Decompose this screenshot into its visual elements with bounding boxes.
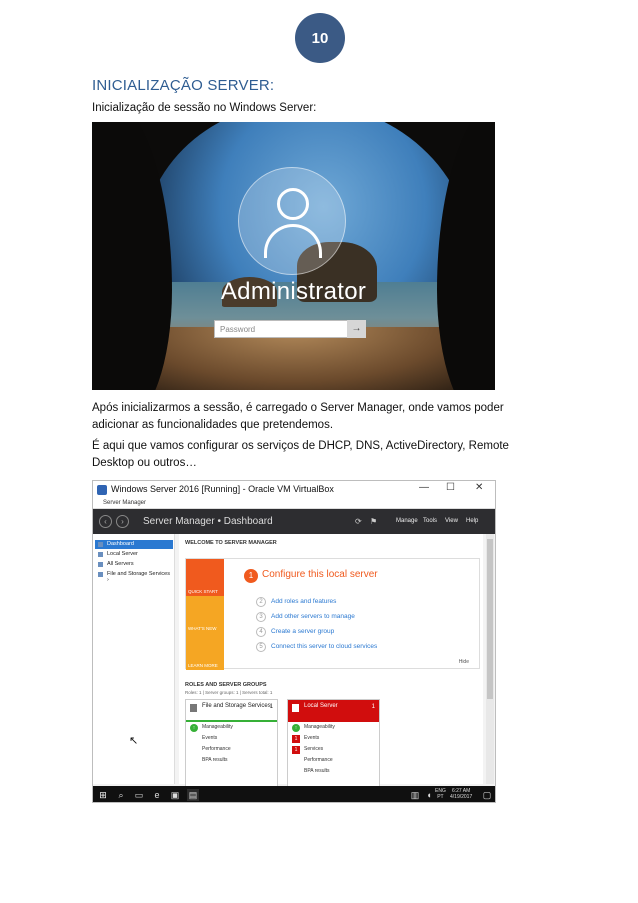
server-manager-strip: Server Manager	[93, 499, 495, 509]
storage-icon	[98, 572, 103, 577]
minimize-icon[interactable]: —	[419, 482, 429, 493]
file-explorer-icon[interactable]: ▣	[169, 789, 181, 801]
tile-local-server[interactable]: Local Server 1 ↑ Manageability 1 Events 1S…	[287, 699, 380, 789]
back-icon[interactable]: ‹	[99, 515, 112, 528]
step-number: 1	[244, 569, 258, 583]
tile-row[interactable]: Performance	[288, 755, 379, 766]
create-server-group-link[interactable]: 4 Create a server group	[256, 627, 334, 637]
connect-cloud-link[interactable]: 5 Connect this server to cloud services	[256, 642, 377, 652]
tile-file-storage[interactable]: File and Storage Services 1 ↑ Manageabili…	[185, 699, 278, 789]
dashboard-main: WELCOME TO SERVER MANAGER QUICK START WH…	[179, 534, 483, 789]
sidebar-item-all-servers[interactable]: All Servers	[95, 560, 173, 569]
scrollbar-thumb[interactable]	[487, 539, 493, 699]
section-title: INICIALIZAÇÃO SERVER:	[92, 77, 275, 94]
close-icon[interactable]: ✕	[475, 482, 483, 493]
tile-row[interactable]: BPA results	[288, 766, 379, 777]
server-manager-header: ‹ › Server Manager • Dashboard ⟳ ⚑ Manag…	[93, 509, 495, 534]
quick-start-panel: QUICK START WHAT'S NEW LEARN MORE 1 Conf…	[185, 558, 480, 670]
task-view-icon[interactable]: ▭	[133, 789, 145, 801]
tile-row[interactable]: ↑ Manageability	[288, 722, 379, 733]
breadcrumb: Server Manager • Dashboard	[143, 516, 273, 527]
tile-header: File and Storage Services 1	[186, 700, 277, 722]
server-icon	[98, 552, 103, 557]
alert-icon: 1	[292, 745, 300, 754]
refresh-icon[interactable]: ⟳	[355, 517, 362, 526]
check-icon: ↑	[190, 723, 198, 732]
dashboard-icon	[98, 542, 103, 547]
language-indicator[interactable]: ENG PT	[435, 788, 446, 800]
virtualbox-screenshot: Windows Server 2016 [Running] - Oracle V…	[92, 480, 496, 803]
edge-browser-icon[interactable]: e	[151, 789, 163, 801]
mouse-cursor-icon: ↖	[129, 735, 139, 747]
tile-count: 1	[371, 704, 375, 710]
alert-icon: 1	[292, 734, 300, 743]
menu-help[interactable]: Help	[466, 518, 478, 524]
menu-manage[interactable]: Manage	[396, 518, 418, 524]
storage-icon	[190, 704, 197, 712]
menu-view[interactable]: View	[445, 518, 458, 524]
server-manager-taskbar-icon[interactable]: ▤	[187, 789, 199, 801]
user-avatar-icon	[238, 167, 346, 275]
login-user-name: Administrator	[220, 278, 367, 305]
forward-icon[interactable]: ›	[116, 515, 129, 528]
page-number-badge: 10	[295, 13, 345, 63]
server-icon	[292, 704, 299, 712]
volume-icon[interactable]: ◖	[423, 789, 435, 801]
windows-taskbar: ⊞ ⌕ ▭ e ▣ ▤ ▥ ◖ ENG PT 6:27 AM 4/19/2017 ▢	[93, 786, 495, 802]
tile-row[interactable]: Performance	[186, 744, 277, 755]
tile-row[interactable]: 1 Events	[288, 733, 379, 744]
tile-header: Local Server 1	[288, 700, 379, 722]
paragraph-services: É aqui que vamos configurar os serviços …	[92, 440, 509, 469]
sidebar-item-local-server[interactable]: Local Server	[95, 550, 173, 559]
tile-row[interactable]: Events	[186, 733, 277, 744]
clock[interactable]: 6:27 AM 4/19/2017	[450, 788, 472, 800]
tile-count: 1	[269, 704, 273, 710]
add-servers-link[interactable]: 3 Add other servers to manage	[256, 612, 355, 622]
add-roles-link[interactable]: 2 Add roles and features	[256, 597, 336, 607]
vbox-window-title: Windows Server 2016 [Running] - Oracle V…	[111, 484, 334, 494]
check-icon: ↑	[292, 723, 300, 732]
password-input[interactable]: Password	[214, 320, 366, 338]
quick-start-tab[interactable]: QUICK START	[186, 559, 224, 596]
virtualbox-icon	[97, 485, 107, 495]
servers-icon	[98, 562, 103, 567]
windows-start-icon[interactable]: ⊞	[97, 789, 109, 801]
sidebar-item-dashboard[interactable]: Dashboard	[95, 540, 173, 549]
vertical-scrollbar[interactable]	[486, 534, 494, 784]
login-screenshot: Administrator Password →	[92, 122, 495, 390]
hide-link[interactable]: Hide	[459, 659, 469, 665]
welcome-title: WELCOME TO SERVER MANAGER	[185, 540, 277, 546]
network-icon[interactable]: ▥	[409, 789, 421, 801]
intro-text: Inicialização de sessão no Windows Serve…	[92, 102, 317, 114]
roles-subtitle: Roles: 1 | Server groups: 1 | Servers to…	[185, 690, 273, 695]
arrow-right-icon[interactable]: →	[347, 320, 366, 338]
notifications-flag-icon[interactable]: ⚑	[370, 517, 377, 526]
search-icon[interactable]: ⌕	[115, 789, 127, 801]
cave-wall-left	[92, 122, 172, 390]
maximize-icon[interactable]: ☐	[446, 482, 455, 493]
vbox-title-bar: Windows Server 2016 [Running] - Oracle V…	[93, 481, 495, 499]
paragraph-server-manager: Após inicializarmos a sessão, é carregad…	[92, 402, 504, 431]
whats-new-tab[interactable]: WHAT'S NEW	[186, 596, 224, 633]
tile-row[interactable]: ↑ Manageability	[186, 722, 277, 733]
roles-title: ROLES AND SERVER GROUPS	[185, 682, 267, 688]
learn-more-tab[interactable]: LEARN MORE	[186, 633, 224, 670]
menu-tools[interactable]: Tools	[423, 518, 437, 524]
tile-row[interactable]: 1 Services	[288, 744, 379, 755]
tile-row[interactable]: BPA results	[186, 755, 277, 766]
configure-local-server-link[interactable]: Configure this local server	[262, 569, 378, 580]
sidebar-item-file-storage[interactable]: File and Storage Services ›	[95, 570, 173, 583]
notification-center-icon[interactable]: ▢	[481, 789, 493, 801]
cave-wall-right	[437, 122, 495, 390]
